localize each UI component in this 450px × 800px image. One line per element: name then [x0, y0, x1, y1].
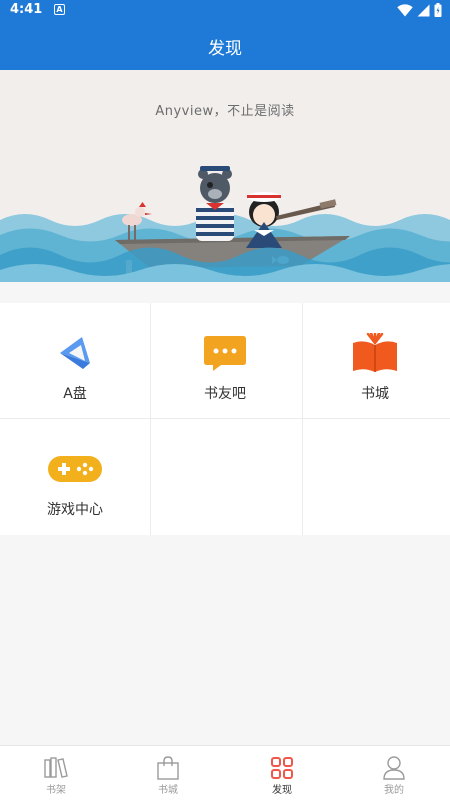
- grid-item-a-drive[interactable]: A盘: [0, 303, 150, 419]
- nav-item-profile[interactable]: 我的: [338, 746, 450, 800]
- nav-label: 书架: [46, 785, 66, 796]
- signal-icon: [417, 4, 430, 16]
- shopping-bag-icon: [157, 756, 179, 780]
- bottom-nav: 书架 书城 发现 我的: [0, 745, 450, 800]
- book-icon: [353, 333, 397, 372]
- person-icon: [383, 756, 405, 780]
- grid-item-label: 书城: [361, 386, 389, 402]
- discover-grid: A盘 书友吧 书城 游戏中心: [0, 303, 450, 535]
- status-bar: 4:41 A: [0, 0, 450, 20]
- bookshelf-icon: [44, 757, 68, 778]
- grid-divider: [302, 303, 303, 535]
- notification-icon: A: [54, 4, 65, 15]
- nav-label: 我的: [384, 785, 404, 796]
- page-title: 发现: [208, 39, 242, 59]
- grid-item-label: 游戏中心: [47, 502, 103, 518]
- grid-divider: [0, 418, 450, 419]
- nav-item-bookshelf[interactable]: 书架: [0, 746, 112, 800]
- gamepad-icon: [48, 456, 102, 482]
- grid-item-game-center[interactable]: 游戏中心: [0, 419, 150, 535]
- nav-item-bookstore[interactable]: 书城: [112, 746, 224, 800]
- grid-item-book-club[interactable]: 书友吧: [150, 303, 300, 419]
- discover-grid-icon: [271, 757, 293, 779]
- battery-icon: [434, 3, 442, 17]
- banner-illustration: [0, 166, 450, 300]
- banner[interactable]: Anyview，不止是阅读: [0, 70, 450, 300]
- grid-item-label: A盘: [63, 386, 87, 402]
- grid-divider: [150, 303, 151, 535]
- grid-item-bookstore[interactable]: 书城: [300, 303, 450, 419]
- wifi-icon: [397, 3, 413, 17]
- nav-item-discover[interactable]: 发现: [226, 746, 338, 800]
- nav-label: 发现: [272, 785, 292, 796]
- status-icons: [397, 3, 442, 17]
- nav-label: 书城: [158, 785, 178, 796]
- a-drive-icon: [60, 337, 90, 369]
- grid-item-label: 书友吧: [204, 386, 246, 402]
- status-time: 4:41: [10, 2, 43, 17]
- chat-bubble-icon: [204, 336, 246, 371]
- app-header: 发现: [0, 20, 450, 70]
